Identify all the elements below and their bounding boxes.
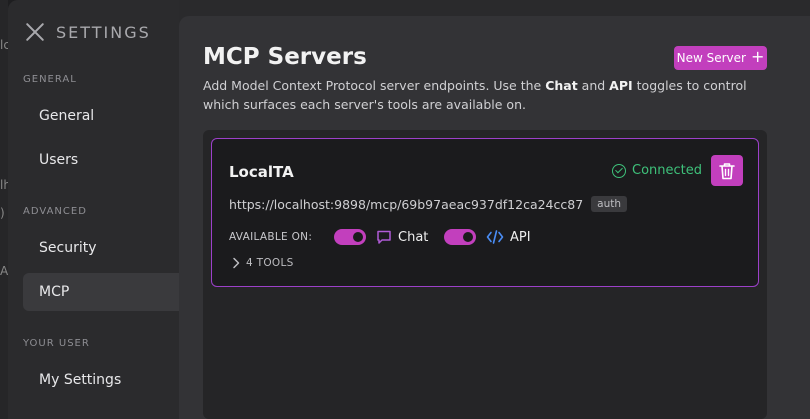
trash-icon — [719, 162, 735, 179]
server-card: LocalTA Connected https://localhost:9898… — [211, 138, 759, 287]
chat-toggle[interactable] — [334, 229, 366, 245]
close-icon[interactable] — [24, 21, 46, 43]
settings-modal: SETTINGS GENERAL General Users ADVANCED … — [8, 0, 810, 419]
sidebar-item-general[interactable]: General — [23, 97, 194, 135]
chat-label: Chat — [398, 229, 429, 245]
sidebar-section-advanced: ADVANCED — [23, 206, 87, 217]
mcp-servers-panel: MCP Servers New Server + Add Model Conte… — [179, 16, 810, 419]
background-text-fragment: A — [0, 264, 9, 278]
chevron-right-icon — [233, 257, 240, 269]
sidebar-item-security[interactable]: Security — [23, 229, 194, 267]
server-name: LocalTA — [229, 163, 294, 181]
sidebar-section-your-user: YOUR USER — [23, 338, 90, 349]
new-server-label: New Server — [676, 51, 746, 65]
server-url-row: https://localhost:9898/mcp/69b97aeac937d… — [229, 196, 628, 212]
code-icon — [486, 230, 504, 244]
tools-expander[interactable]: 4 TOOLS — [232, 257, 294, 269]
new-server-button[interactable]: New Server + — [674, 46, 767, 70]
server-url: https://localhost:9898/mcp/69b97aeac937d… — [229, 196, 584, 212]
settings-close-button[interactable]: SETTINGS — [24, 20, 151, 44]
page-title: MCP Servers — [203, 44, 367, 70]
chat-toggle-label: Chat — [376, 229, 444, 245]
sidebar-item-mcp[interactable]: MCP — [23, 273, 194, 311]
available-on-label: AVAILABLE ON: — [229, 231, 313, 243]
settings-title: SETTINGS — [56, 22, 151, 42]
api-toggle-label: API — [486, 229, 531, 245]
connection-status-label: Connected — [632, 163, 703, 178]
description-api-term: API — [609, 78, 633, 93]
api-label: API — [510, 229, 531, 245]
plus-icon: + — [750, 47, 765, 66]
sidebar-item-my-settings[interactable]: My Settings — [23, 361, 194, 399]
check-circle-icon — [612, 163, 626, 178]
tools-count-label: 4 TOOLS — [246, 257, 294, 269]
background-text-fragment: ) — [0, 206, 5, 220]
connection-status: Connected — [612, 163, 702, 178]
description-chat-term: Chat — [545, 78, 578, 93]
auth-badge: auth — [591, 196, 628, 212]
sidebar-section-general: GENERAL — [23, 74, 77, 85]
description-text: Add Model Context Protocol server endpoi… — [203, 78, 546, 93]
available-on-row: AVAILABLE ON: Chat API — [229, 227, 531, 247]
server-list: LocalTA Connected https://localhost:9898… — [203, 130, 767, 419]
api-toggle[interactable] — [444, 229, 476, 245]
settings-sidebar: SETTINGS GENERAL General Users ADVANCED … — [8, 0, 194, 419]
chat-bubble-icon — [377, 230, 391, 244]
page-description: Add Model Context Protocol server endpoi… — [203, 76, 763, 114]
delete-server-button[interactable] — [711, 155, 743, 186]
description-text: and — [577, 78, 610, 93]
sidebar-item-users[interactable]: Users — [23, 141, 194, 179]
